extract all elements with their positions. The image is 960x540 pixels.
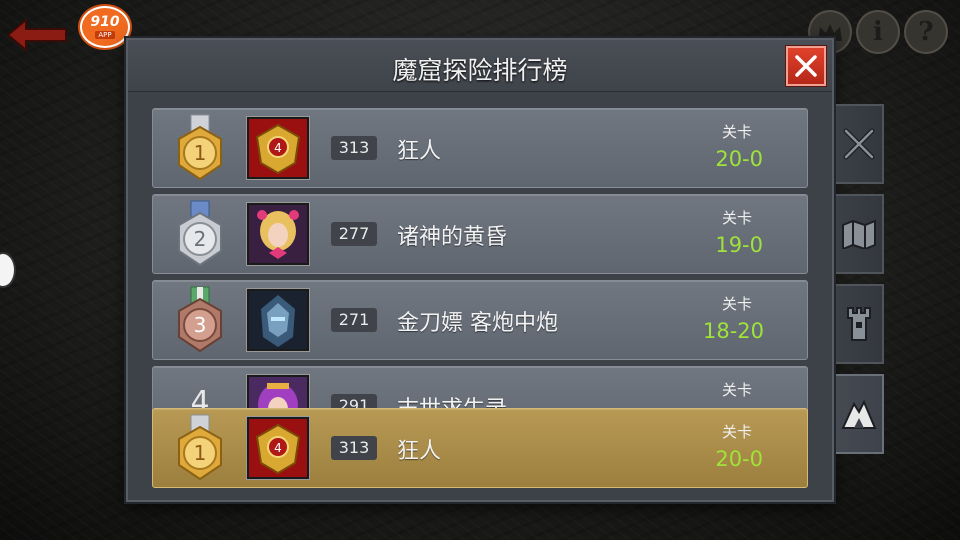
medal-rank: 1 — [194, 141, 207, 165]
close-button[interactable] — [786, 46, 826, 86]
leaderboard-panel: 魔窟探险排行榜 1 4 313 狂人 关卡 20-0 2 277 诸神的黄昏 关… — [126, 38, 834, 502]
player-name: 狂人 — [397, 439, 442, 464]
panel-header: 魔窟探险排行榜 — [128, 40, 832, 92]
stage-value: 18-20 — [703, 319, 765, 343]
stage-label: 关卡 — [721, 381, 752, 399]
ranking-row[interactable]: 3 271 金刀嫖 客炮中炮 关卡 18-20 — [152, 280, 808, 360]
stage-value: 20-0 — [715, 147, 763, 171]
ranking-row[interactable]: 2 277 诸神的黄昏 关卡 19-0 — [152, 194, 808, 274]
close-icon — [795, 55, 817, 77]
tower-icon — [847, 307, 871, 341]
avatar[interactable] — [246, 202, 310, 266]
stage-label: 关卡 — [721, 209, 752, 227]
tab-battle[interactable] — [836, 104, 884, 184]
info-icon[interactable]: i — [856, 10, 900, 54]
stage-label: 关卡 — [721, 123, 752, 141]
panel-title: 魔窟探险排行榜 — [392, 56, 568, 85]
tab-cave[interactable] — [836, 374, 884, 454]
help-icon[interactable]: ? — [904, 10, 948, 54]
stage-label: 关卡 — [721, 423, 752, 441]
app-badge-number: 910 — [90, 14, 120, 30]
player-name: 诸神的黄昏 — [397, 225, 508, 250]
crossed-swords-icon — [843, 128, 875, 160]
tab-map[interactable] — [836, 194, 884, 274]
stage-label: 关卡 — [721, 295, 752, 313]
medal-rank: 2 — [194, 227, 207, 251]
ranking-list[interactable]: 1 4 313 狂人 关卡 20-0 2 277 诸神的黄昏 关卡 19-0 3… — [152, 108, 810, 488]
back-arrow-icon[interactable] — [8, 18, 68, 52]
map-icon — [842, 219, 876, 249]
player-name: 金刀嫖 客炮中炮 — [397, 311, 558, 336]
stage-value: 20-0 — [715, 447, 763, 471]
player-level: 313 — [331, 436, 377, 460]
player-level: 277 — [331, 222, 377, 246]
svg-text:4: 4 — [274, 441, 282, 455]
app-badge[interactable]: 910 APP — [80, 6, 130, 48]
mountain-icon — [841, 399, 877, 429]
avatar[interactable] — [246, 288, 310, 352]
silver-medal-icon: 2 — [178, 200, 222, 267]
player-name: 狂人 — [397, 139, 442, 164]
ranking-row[interactable]: 1 4 313 狂人 关卡 20-0 — [152, 108, 808, 188]
svg-text:4: 4 — [274, 141, 282, 155]
bronze-medal-icon: 3 — [178, 286, 222, 353]
my-ranking-row[interactable]: 1 4 313 狂人 关卡 20-0 — [152, 408, 808, 488]
avatar[interactable]: 4 — [246, 416, 310, 480]
medal-rank: 3 — [194, 313, 207, 337]
stage-value: 19-0 — [715, 233, 763, 257]
medal-rank: 1 — [194, 441, 207, 465]
gold-medal-icon: 1 — [178, 114, 222, 181]
tab-tower[interactable] — [836, 284, 884, 364]
player-level: 271 — [331, 308, 377, 332]
player-level: 313 — [331, 136, 377, 160]
app-badge-label: APP — [95, 31, 115, 39]
avatar[interactable]: 4 — [246, 116, 310, 180]
gold-medal-icon: 1 — [178, 414, 222, 481]
